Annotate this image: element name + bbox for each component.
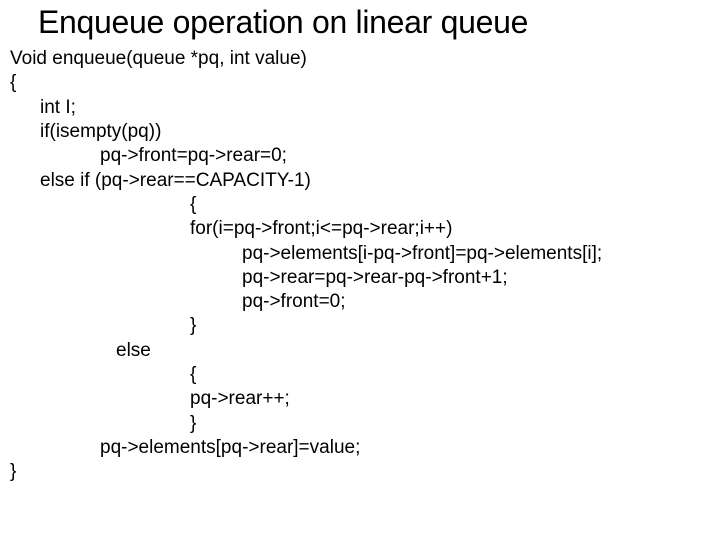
code-line: } [10, 412, 720, 436]
code-line: { [10, 193, 720, 217]
code-line: pq->front=pq->rear=0; [10, 144, 720, 168]
code-line: else [10, 339, 720, 363]
code-line: pq->elements[pq->rear]=value; [10, 436, 720, 460]
slide-title: Enqueue operation on linear queue [0, 0, 720, 41]
code-line: if(isempty(pq)) [10, 120, 720, 144]
code-line: int I; [10, 96, 720, 120]
code-line: { [10, 71, 720, 95]
code-line: { [10, 363, 720, 387]
code-line: pq->rear++; [10, 387, 720, 411]
code-line: pq->elements[i-pq->front]=pq->elements[i… [10, 242, 720, 266]
code-line: } [10, 460, 720, 484]
code-line: for(i=pq->front;i<=pq->rear;i++) [10, 217, 720, 241]
code-line: Void enqueue(queue *pq, int value) [10, 47, 720, 71]
code-line: } [10, 314, 720, 338]
code-line: else if (pq->rear==CAPACITY-1) [10, 169, 720, 193]
code-line: pq->front=0; [10, 290, 720, 314]
code-line: pq->rear=pq->rear-pq->front+1; [10, 266, 720, 290]
code-block: Void enqueue(queue *pq, int value) { int… [0, 41, 720, 485]
